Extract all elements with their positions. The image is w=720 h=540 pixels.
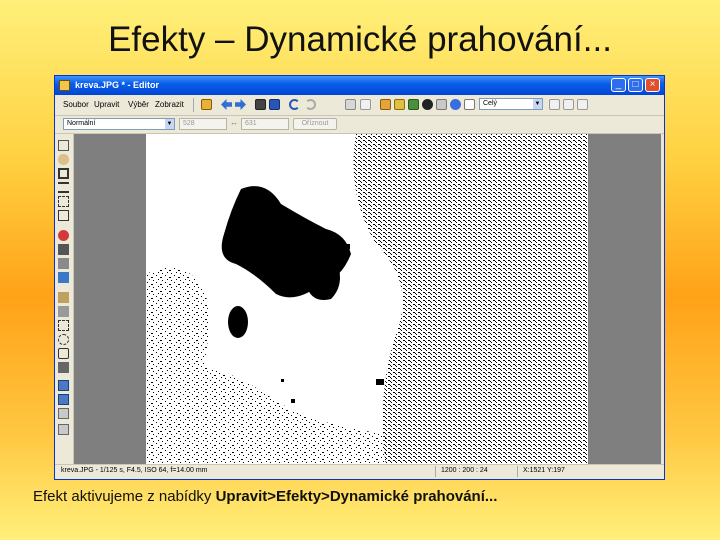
brightness-icon[interactable] [394,99,405,110]
caption-prefix: Efekt aktivujeme z nabídky [33,488,216,505]
straighten-tool-icon[interactable] [58,182,69,193]
options-bar: Normální ▼ 528 ↔ 631 Oříznout [55,116,664,134]
camera-icon[interactable] [255,99,266,110]
undo-icon[interactable] [289,99,300,110]
minimize-button[interactable]: _ [611,78,626,92]
close-button[interactable]: × [645,78,660,92]
slide-caption: Efekt aktivujeme z nabídky Upravit>Efekt… [33,488,497,505]
caption-menu-path: Upravit>Efekty>Dynamické prahování... [215,488,498,505]
mode-select-value: Normální [67,120,96,127]
window-title: kreva.JPG * - Editor [75,80,160,90]
copy-icon[interactable] [360,99,371,110]
paste-icon[interactable] [345,99,356,110]
mode-select[interactable]: Normální ▼ [63,118,175,130]
zoom-icon[interactable] [464,99,475,110]
clone-tool-icon[interactable] [58,244,69,255]
hand-tool-icon[interactable] [58,154,69,165]
thresholded-image [146,134,588,467]
arrow-tool-icon[interactable] [58,140,69,151]
open-folder-icon[interactable] [201,99,212,110]
ellipse-select-tool-icon[interactable] [58,334,69,345]
magic-wand-tool-icon[interactable] [58,362,69,373]
window-titlebar[interactable]: kreva.JPG * - Editor _ □ × [55,76,664,95]
heal-tool-icon[interactable] [58,258,69,269]
crop-tool-icon[interactable] [58,168,69,179]
rect-tool-icon[interactable] [58,210,69,221]
color-icon[interactable] [408,99,419,110]
save-icon[interactable] [269,99,280,110]
slide-title: Efekty – Dynamické prahování... [108,20,612,59]
grid-tool-icon[interactable] [58,424,69,435]
status-divider [435,466,436,477]
sharpen-icon[interactable] [436,99,447,110]
actual-size-icon[interactable] [563,99,574,110]
contrast-icon[interactable] [422,99,433,110]
menu-zobrazit[interactable]: Zobrazit [155,100,184,109]
menu-soubor[interactable]: Soubor [63,100,89,109]
fullscreen-icon[interactable] [577,99,588,110]
red-eye-tool-icon[interactable] [58,230,69,241]
maximize-button[interactable]: □ [628,78,643,92]
redo-icon[interactable] [305,99,316,110]
tools-panel [55,134,74,465]
menu-vyber[interactable]: Výběr [128,100,149,109]
width-field[interactable]: 528 [179,118,227,130]
layer-tool-icon[interactable] [58,380,69,391]
crop-button[interactable]: Oříznout [293,118,337,130]
toolbar-separator [193,98,194,112]
status-divider [517,466,518,477]
zoom-select[interactable]: Celý ▼ [479,98,543,110]
filter-tool-icon[interactable] [58,394,69,405]
status-zoom: 1200 : 200 : 24 [441,467,488,474]
vertical-scrollbar[interactable] [661,134,664,465]
image-canvas[interactable] [146,134,588,467]
brush-tool-icon[interactable] [58,292,69,303]
menu-upravit[interactable]: Upravit [94,100,119,109]
eraser-tool-icon[interactable] [58,306,69,317]
editor-window: kreva.JPG * - Editor _ □ × Soubor Upravi… [54,75,665,480]
chevron-down-icon: ▼ [165,119,174,129]
globe-icon[interactable] [450,99,461,110]
link-icon[interactable]: ↔ [230,118,238,127]
lasso-tool-icon[interactable] [58,348,69,359]
status-coords: X:1521 Y:197 [523,467,565,474]
chevron-down-icon: ▼ [533,99,542,109]
image-workspace[interactable] [74,134,661,467]
select-tool-icon[interactable] [58,196,69,207]
status-file-info: kreva.JPG - 1/125 s, F4.5, ISO 64, f=14.… [61,467,208,474]
color-picker-tool-icon[interactable] [58,408,69,419]
height-field[interactable]: 631 [241,118,289,130]
layers-icon[interactable] [380,99,391,110]
text-tool-icon[interactable] [58,272,69,283]
marquee-tool-icon[interactable] [58,320,69,331]
fit-window-icon[interactable] [549,99,560,110]
zoom-select-value: Celý [483,100,498,107]
app-icon [59,80,70,91]
status-bar: kreva.JPG - 1/125 s, F4.5, ISO 64, f=14.… [55,464,664,479]
